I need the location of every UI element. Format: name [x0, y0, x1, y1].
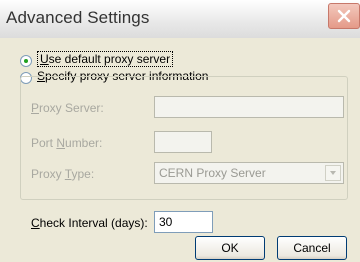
use-default-proxy-radio[interactable]: [20, 55, 32, 67]
check-interval-input[interactable]: [154, 211, 213, 233]
proxy-type-select[interactable]: CERN Proxy Server: [154, 162, 344, 184]
proxy-type-value: CERN Proxy Server: [159, 166, 266, 180]
ok-button[interactable]: OK: [195, 236, 265, 260]
close-icon: [337, 9, 351, 23]
focus-outline: Use default proxy server: [37, 51, 174, 67]
close-button[interactable]: [328, 3, 360, 29]
proxy-type-label: Proxy Type:: [31, 167, 95, 181]
use-default-proxy-label[interactable]: Use default proxy server: [37, 51, 174, 67]
title-bar: Advanced Settings: [0, 0, 360, 39]
dialog-body: Use default proxy server Specify proxy s…: [0, 38, 360, 262]
window-title: Advanced Settings: [6, 8, 150, 27]
port-number-field[interactable]: [154, 131, 212, 153]
chevron-down-icon[interactable]: [325, 165, 341, 181]
check-interval-label: Check Interval (days):: [31, 216, 148, 230]
cancel-button[interactable]: Cancel: [277, 236, 347, 260]
port-number-label: Port Number:: [31, 136, 103, 150]
proxy-server-field[interactable]: [154, 96, 344, 118]
proxy-server-label: Proxy Server:: [31, 101, 104, 115]
